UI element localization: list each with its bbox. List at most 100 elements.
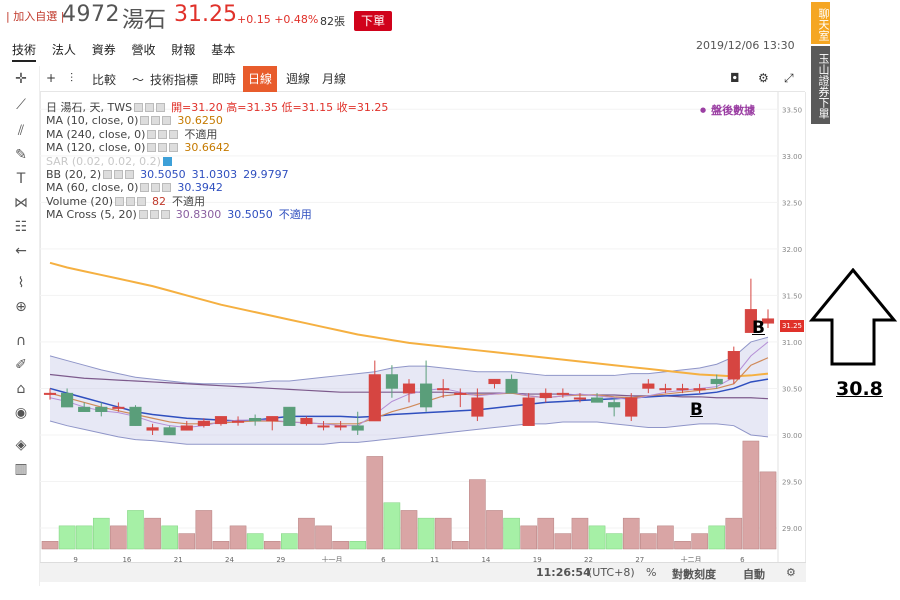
indicator-icon[interactable]: 〜	[132, 71, 144, 88]
lock-icon[interactable]: ⌂	[12, 380, 30, 398]
camera-icon[interactable]: ◘	[730, 71, 740, 85]
compare-button[interactable]: 比較	[92, 71, 116, 88]
stock-name: 湯石	[122, 8, 167, 33]
tab-technical[interactable]: 技術	[12, 43, 37, 62]
y-tick-label: 32.00	[782, 246, 802, 254]
candle-body	[471, 397, 484, 417]
chart-status-bar: 11:26:54 (UTC+8) % 對數刻度 自動 ⚙	[40, 562, 806, 582]
volume-bar	[742, 440, 760, 550]
candle-body	[368, 374, 381, 422]
order-button[interactable]: 下單	[354, 11, 392, 31]
y-tick-label: 33.50	[782, 106, 802, 114]
candle-body	[625, 397, 638, 417]
bb-value-2: 31.0303	[191, 168, 238, 182]
candle-body	[437, 388, 450, 391]
daily-button[interactable]: 日線	[243, 66, 278, 92]
layers-icon[interactable]: ◈	[12, 436, 30, 454]
volume-bar	[58, 525, 76, 550]
legend-bb[interactable]: BB (20, 2) 30.5050 31.0303 29.9797	[46, 168, 388, 181]
y-tick-label: 33.00	[782, 153, 802, 161]
after-hours-label[interactable]: 盤後數據	[700, 102, 755, 118]
tab-financials[interactable]: 財報	[171, 43, 195, 57]
percent-toggle[interactable]: %	[646, 566, 656, 579]
candle-body	[522, 397, 535, 426]
indicators-button[interactable]: 技術指標	[150, 71, 198, 88]
esun-order-button[interactable]: 玉山證券下單	[811, 46, 830, 124]
candle-body	[163, 427, 176, 436]
legend-ma120[interactable]: MA (120, close, 0) 30.6642	[46, 141, 388, 154]
volume-bar	[281, 533, 298, 550]
eye-icon[interactable]: ◉	[12, 404, 30, 422]
y-tick-label: 30.00	[782, 432, 802, 440]
measure-icon[interactable]: ☷	[12, 218, 30, 236]
crosshair-icon[interactable]: ✛	[12, 70, 30, 88]
compare-icon[interactable]: ⫶	[70, 71, 73, 86]
fib-icon[interactable]: ⫽	[12, 122, 30, 140]
auto-scale-toggle[interactable]: 自動	[743, 566, 765, 582]
weekly-button[interactable]: 週線	[281, 66, 315, 92]
volume-bar	[41, 541, 59, 550]
trend-line-icon[interactable]: ⟋	[12, 96, 30, 114]
tab-revenue[interactable]: 營收	[132, 43, 156, 57]
legend-volume[interactable]: Volume (20) 82 不適用	[46, 195, 388, 208]
brush-icon[interactable]: ✎	[12, 146, 30, 164]
add-icon[interactable]: +	[46, 71, 56, 85]
volume-bar	[315, 525, 332, 550]
add-favorite-link[interactable]: | 加入自選 |	[6, 8, 64, 24]
candle-body	[659, 388, 672, 391]
volume-bar	[486, 510, 503, 550]
settings-icon[interactable]: ⚙	[786, 566, 796, 579]
y-tick-label: 30.50	[782, 385, 802, 393]
sar-label: SAR (0.02, 0.02, 0.2)	[46, 154, 161, 168]
legend-ma60[interactable]: MA (60, close, 0) 30.3942	[46, 181, 388, 194]
magnet-icon[interactable]: ∩	[12, 332, 30, 350]
text-icon[interactable]: T	[12, 170, 30, 188]
symbol-label: 日 湯石, 天, TWS	[46, 101, 133, 114]
legend-ma-cross[interactable]: MA Cross (5, 20) 30.8300 30.5050 不適用	[46, 208, 388, 221]
legend-ma240[interactable]: MA (240, close, 0) 不適用	[46, 128, 388, 141]
candle-body	[454, 392, 467, 395]
tab-institutional[interactable]: 法人	[52, 43, 76, 57]
volume-bar	[451, 541, 469, 550]
gear-icon[interactable]: ⚙	[758, 71, 769, 85]
trash-icon[interactable]: ▥	[12, 460, 30, 478]
candle-body	[61, 392, 74, 408]
volume-bar	[366, 456, 384, 550]
candle-body	[214, 416, 228, 425]
pattern-icon[interactable]: ⋈	[12, 194, 30, 212]
volume-bar	[178, 533, 196, 550]
candle-body	[180, 425, 193, 431]
legend-ma10[interactable]: MA (10, close, 0) 30.6250	[46, 114, 388, 127]
annotation-price: 30.8	[836, 378, 883, 400]
x-tick-label: 十一月	[322, 555, 343, 562]
log-scale-toggle[interactable]: 對數刻度	[672, 566, 716, 582]
volume-bar	[571, 517, 589, 550]
ohlc-values: 開=31.20 高=31.35 低=31.15 收=31.25	[171, 101, 389, 114]
candle-body	[693, 388, 706, 391]
volume-bar	[759, 471, 777, 550]
candle-body	[43, 392, 57, 395]
tab-basic[interactable]: 基本	[211, 43, 235, 57]
legend-sar[interactable]: SAR (0.02, 0.02, 0.2)	[46, 155, 388, 168]
volume-ma-value: 不適用	[172, 194, 205, 208]
monthly-button[interactable]: 月線	[317, 66, 351, 92]
candle-body	[608, 402, 621, 408]
chat-room-button[interactable]: 聊天室	[811, 2, 830, 44]
candle-body	[300, 417, 313, 425]
ruler-icon[interactable]: ⌇	[12, 274, 30, 292]
candle-body	[402, 383, 416, 394]
volume-bar	[298, 517, 315, 550]
back-arrow-icon[interactable]: ←	[12, 242, 30, 260]
pencil-lock-icon[interactable]: ✐	[12, 356, 30, 374]
bb-label: BB (20, 2)	[46, 168, 102, 182]
volume-bar	[400, 510, 418, 550]
zoom-in-icon[interactable]: ⊕	[12, 298, 30, 316]
fullscreen-icon[interactable]: ⤢	[784, 71, 794, 86]
volume-bar	[246, 533, 264, 550]
annotation-b-upper: B	[752, 318, 765, 338]
ma240-value: 不適用	[184, 127, 218, 141]
tab-margin[interactable]: 資券	[92, 43, 116, 57]
intraday-button[interactable]: 即時	[207, 66, 241, 92]
y-tick-label: 32.50	[782, 199, 802, 207]
y-tick-label: 29.00	[782, 525, 802, 533]
